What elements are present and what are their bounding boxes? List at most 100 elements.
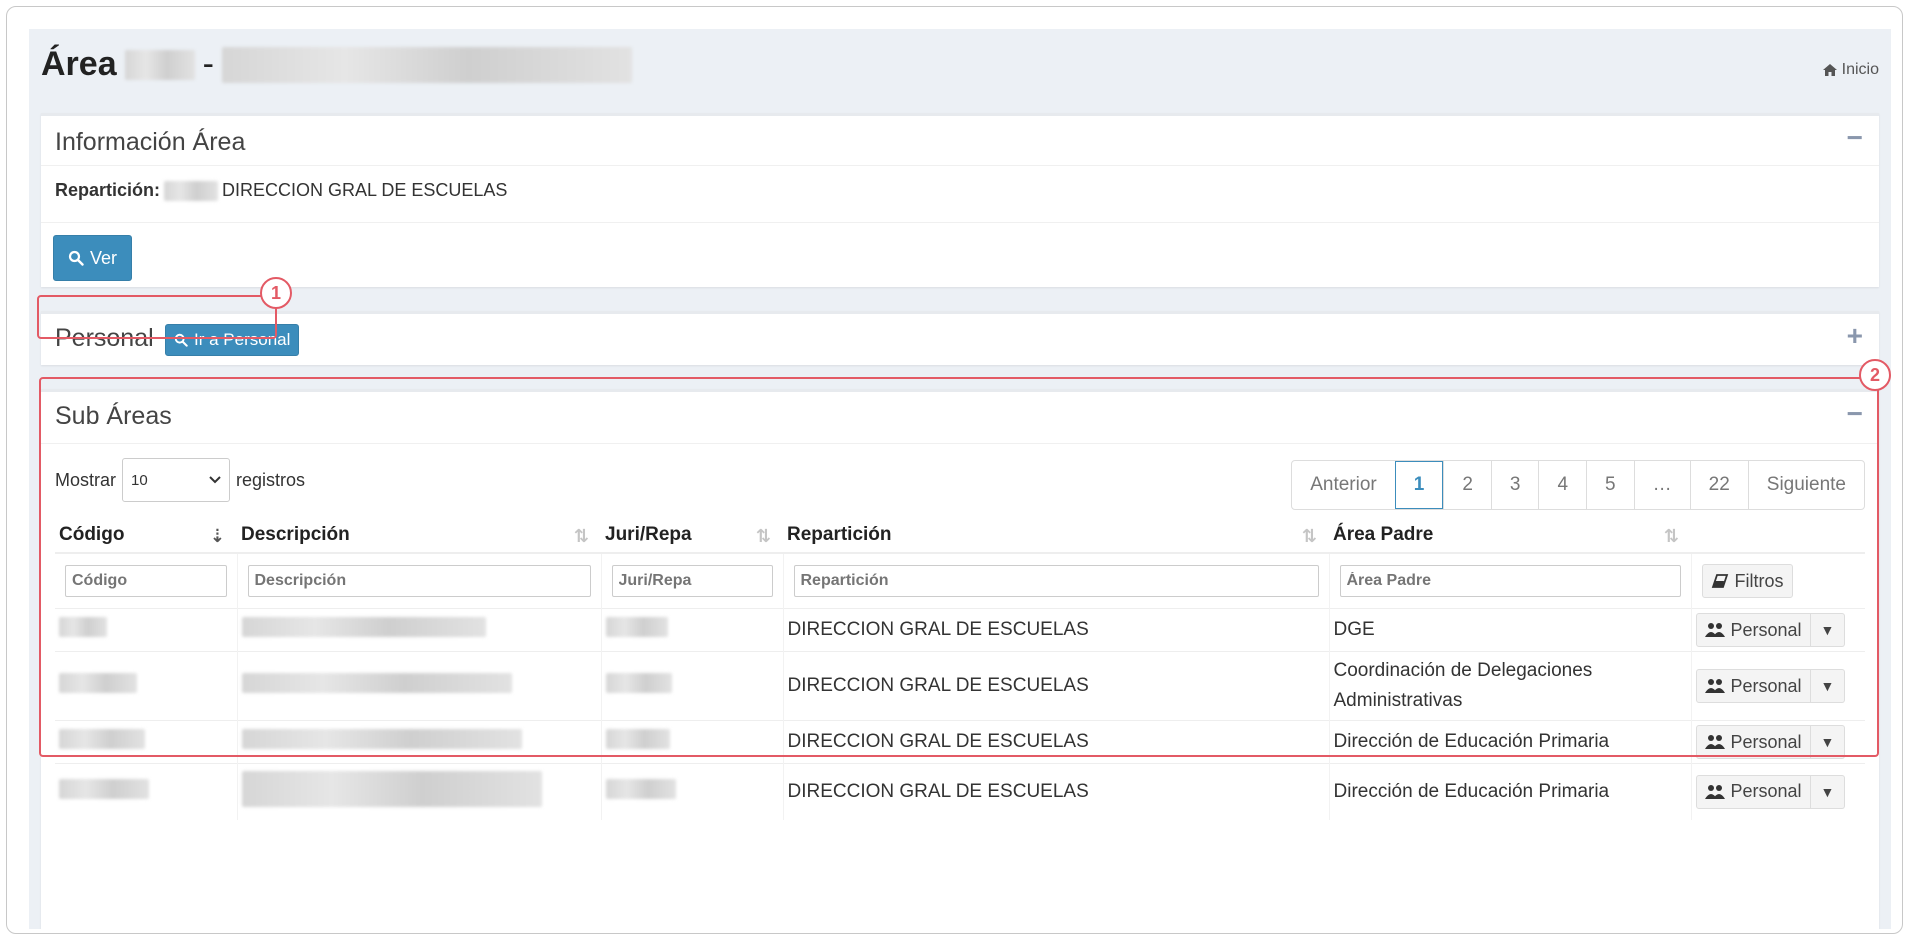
redacted-descripcion [241,617,486,637]
cell-reparticion: DIRECCION GRAL DE ESCUELAS [782,651,1329,721]
caret-down-icon: ▼ [1820,734,1835,750]
redacted-area-name [221,46,632,83]
cell-area-padre: Dirección de Educación Primaria [1328,763,1691,820]
info-area-box: Información Área − Repartición: DIRECCIO… [41,113,1879,287]
chevron-down-icon [209,476,221,484]
pagination-page-1[interactable]: 1 [1394,461,1444,509]
page-title: Área - [41,45,632,84]
pagination-page-2[interactable]: 2 [1443,461,1491,509]
personal-button-label: Personal [1730,781,1802,802]
personal-dropdown-toggle[interactable]: ▼ [1810,669,1846,703]
personal-button-label: Personal [1730,731,1802,752]
expand-icon[interactable]: + [1847,320,1863,352]
col-header-reparticion[interactable]: Repartición ⇅ [783,518,1329,554]
page-length-select[interactable]: 10 [122,458,231,502]
redacted-descripcion [241,729,522,749]
redacted-reparticion-code [164,180,219,201]
subareas-table: Código ⇣ Descripción ⇅ Juri/Repa ⇅ Repartic… [55,518,1865,820]
table-row: DIRECCION GRAL DE ESCUELAS Coordinación … [55,651,1865,721]
col-header-descripcion-label: Descripción [241,524,350,545]
personal-button[interactable]: Personal [1695,725,1811,759]
breadcrumb[interactable]: Inicio [1822,61,1879,79]
table-row: DIRECCION GRAL DE ESCUELAS DGE Personal … [55,608,1865,652]
cell-reparticion: DIRECCION GRAL DE ESCUELAS [782,608,1329,652]
cell-reparticion: DIRECCION GRAL DE ESCUELAS [782,763,1329,820]
sort-icon: ⇅ [1663,526,1679,546]
cell-area-padre: Coordinación de Delegaciones Administrat… [1328,651,1691,721]
redacted-area-code [124,49,195,80]
collapse-icon[interactable]: − [1847,122,1863,154]
cell-area-padre: DGE [1328,608,1691,652]
personal-title: Personal [55,324,154,352]
home-icon [1822,64,1837,76]
pagination-prev[interactable]: Anterior [1292,461,1395,509]
filter-reparticion-input[interactable] [793,565,1319,597]
ver-button-label: Ver [90,247,118,268]
users-icon [1704,679,1725,693]
sort-icon: ⇅ [573,526,589,546]
table-row: DIRECCION GRAL DE ESCUELAS Dirección de … [55,720,1865,764]
personal-dropdown-toggle[interactable]: ▼ [1810,613,1846,647]
page-header: Área - Inicio [41,41,1879,91]
col-header-codigo[interactable]: Código ⇣ [55,518,237,554]
screenshot-frame: Área - Inicio Información Área − Reparti… [6,6,1903,934]
title-separator: - [202,45,214,83]
content-wrapper: Área - Inicio Información Área − Reparti… [29,29,1891,929]
search-icon [68,250,84,266]
reparticion-value: DIRECCION GRAL DE ESCUELAS [222,180,508,200]
personal-button-label: Personal [1730,675,1802,696]
pagination: Anterior 1 2 3 4 5 … 22 Siguiente [1291,460,1865,510]
redacted-codigo [59,778,149,799]
show-label: Mostrar [55,469,117,490]
personal-button[interactable]: Personal [1695,774,1811,809]
filter-juri-repa-input[interactable] [611,565,773,597]
users-icon [1704,735,1725,749]
filter-area-padre-input[interactable] [1339,565,1681,597]
pagination-page-5[interactable]: 5 [1586,461,1634,509]
pagination-ellipsis: … [1633,461,1690,509]
redacted-descripcion [241,770,542,807]
cell-area-padre: Dirección de Educación Primaria [1328,720,1691,764]
sort-icon: ⇅ [1301,526,1317,546]
redacted-codigo [59,729,145,749]
filters-button-label: Filtros [1734,570,1784,591]
info-area-body: Repartición: DIRECCION GRAL DE ESCUELAS [55,180,507,201]
ver-button[interactable]: Ver [53,235,133,281]
subareas-header: Sub Áreas − [41,392,1879,444]
pagination-page-4[interactable]: 4 [1538,461,1586,509]
pagination-page-22[interactable]: 22 [1689,461,1748,509]
redacted-juri-repa [605,729,670,749]
col-header-area-padre[interactable]: Área Padre ⇅ [1329,518,1691,554]
personal-dropdown-toggle[interactable]: ▼ [1810,725,1846,759]
annotation-badge-2: 2 [1859,359,1891,391]
ir-a-personal-button[interactable]: Ir a Personal [165,324,300,356]
table-filter-row: Filtros [55,552,1865,609]
pagination-page-3[interactable]: 3 [1490,461,1539,509]
personal-split-button: Personal ▼ [1695,669,1846,703]
personal-button[interactable]: Personal [1695,669,1811,703]
filter-descripcion-input[interactable] [247,565,591,597]
collapse-icon[interactable]: − [1847,398,1863,430]
cell-reparticion: DIRECCION GRAL DE ESCUELAS [782,720,1329,764]
redacted-juri-repa [605,673,672,693]
col-header-juri-repa-label: Juri/Repa [605,524,692,545]
eraser-icon [1711,574,1728,588]
personal-split-button: Personal ▼ [1695,725,1846,759]
pagination-next[interactable]: Siguiente [1747,461,1864,509]
caret-down-icon: ▼ [1820,622,1835,638]
filters-button[interactable]: Filtros [1701,564,1793,598]
personal-button[interactable]: Personal [1695,613,1811,647]
personal-dropdown-toggle[interactable]: ▼ [1810,774,1846,809]
personal-box: Personal Ir a Personal + [41,311,1879,365]
ir-a-personal-label: Ir a Personal [194,330,291,349]
filter-codigo-input[interactable] [65,565,227,597]
search-icon [174,333,188,347]
col-header-area-padre-label: Área Padre [1333,524,1434,545]
breadcrumb-home-link[interactable]: Inicio [1842,61,1879,79]
col-header-descripcion[interactable]: Descripción ⇅ [237,518,601,554]
personal-button-label: Personal [1730,619,1802,640]
personal-split-button: Personal ▼ [1695,774,1846,809]
col-header-juri-repa[interactable]: Juri/Repa ⇅ [601,518,783,554]
col-header-reparticion-label: Repartición [787,524,892,545]
page-length-value: 10 [131,471,148,489]
